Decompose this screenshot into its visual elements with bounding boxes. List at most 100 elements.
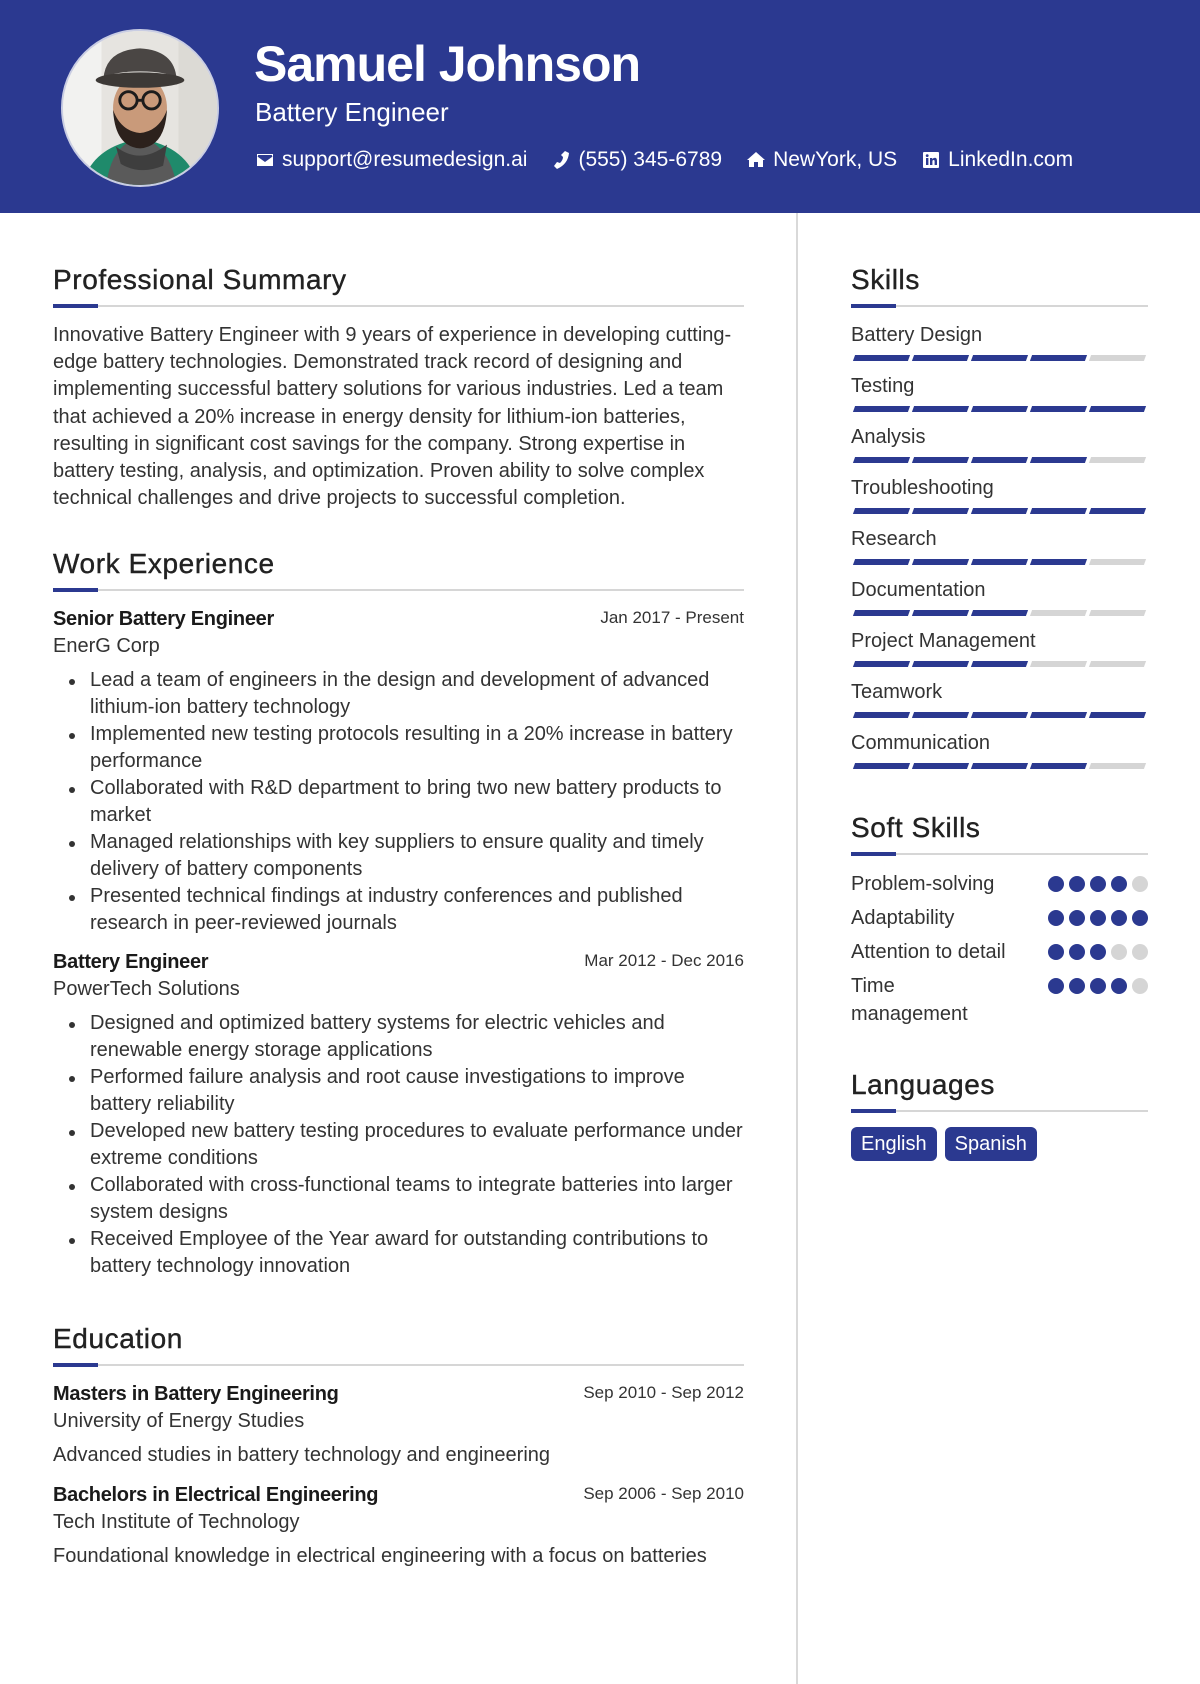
job-bullets: Designed and optimized battery systems f… bbox=[53, 1010, 744, 1280]
skill-level-bar bbox=[852, 712, 1148, 720]
bullet-item: Designed and optimized battery systems f… bbox=[53, 1010, 744, 1064]
skill-level-bar bbox=[852, 355, 1148, 363]
bullet-item: Lead a team of engineers in the design a… bbox=[53, 667, 744, 721]
rating-dot bbox=[1090, 978, 1106, 994]
section-rule bbox=[53, 588, 744, 593]
skill-level-segment bbox=[970, 763, 1029, 769]
skill-name: Communication bbox=[851, 732, 990, 754]
candidate-name: Samuel Johnson bbox=[254, 36, 641, 92]
education-header: Masters in Battery Engineering Sep 2010 -… bbox=[53, 1381, 744, 1408]
language-tags: English Spanish bbox=[851, 1127, 1148, 1161]
soft-skill-item: Time management bbox=[851, 972, 1148, 1028]
contact-location-text: NewYork, US bbox=[773, 148, 898, 171]
job-title: Senior Battery Engineer bbox=[53, 608, 274, 631]
home-icon bbox=[746, 150, 766, 170]
skill-level-segment bbox=[1029, 610, 1088, 616]
contact-email[interactable]: support@resumedesign.ai bbox=[255, 146, 527, 174]
skill-level-segment bbox=[1029, 763, 1088, 769]
language-tag: English bbox=[851, 1127, 937, 1161]
contact-email-text: support@resumedesign.ai bbox=[282, 148, 528, 171]
skill-name: Documentation bbox=[851, 579, 986, 601]
job-entry: Battery Engineer Mar 2012 - Dec 2016 Power… bbox=[53, 949, 744, 1280]
skill-level-segment bbox=[1029, 508, 1088, 514]
envelope-icon bbox=[255, 150, 275, 170]
skill-level-segment bbox=[970, 559, 1029, 565]
section-rule bbox=[851, 852, 1148, 856]
rating-dot bbox=[1132, 910, 1148, 926]
job-list: Senior Battery Engineer Jan 2017 - Presen… bbox=[53, 606, 744, 1280]
skill-list: Battery Design Testing Analysis Troubleshoo… bbox=[851, 322, 1148, 771]
soft-skill-name: Problem-solving bbox=[851, 873, 995, 895]
section-heading: Professional Summary bbox=[53, 264, 347, 295]
job-entry: Senior Battery Engineer Jan 2017 - Presen… bbox=[53, 606, 744, 937]
skill-level-segment bbox=[852, 661, 911, 667]
skill-level-bar bbox=[852, 559, 1148, 567]
skill-level-bar bbox=[852, 457, 1148, 465]
rating-dot bbox=[1111, 978, 1127, 994]
company-name: PowerTech Solutions bbox=[53, 978, 240, 1001]
contact-location: NewYork, US bbox=[746, 146, 897, 174]
job-title: Battery Engineer bbox=[53, 951, 209, 974]
education-description: Foundational knowledge in electrical eng… bbox=[53, 1544, 707, 1567]
contact-linkedin[interactable]: LinkedIn.com bbox=[921, 146, 1073, 174]
skill-level-segment bbox=[1088, 712, 1147, 718]
job-header: Battery Engineer Mar 2012 - Dec 2016 bbox=[53, 949, 744, 976]
rating-dot bbox=[1048, 944, 1064, 960]
skill-level-segment bbox=[1029, 355, 1088, 361]
soft-skill-name: Adaptability bbox=[851, 907, 955, 929]
section-heading: Languages bbox=[851, 1069, 995, 1100]
skill-level-segment bbox=[970, 610, 1029, 616]
soft-skill-item: Adaptability bbox=[851, 904, 1148, 932]
section-heading: Skills bbox=[851, 264, 920, 295]
rating-dot bbox=[1069, 944, 1085, 960]
skill-level-segment bbox=[852, 457, 911, 463]
column-divider bbox=[796, 213, 798, 1684]
experience-section: Work Experience Senior Battery Engineer J… bbox=[53, 547, 744, 1280]
skill-level-segment bbox=[911, 661, 970, 667]
skill-level-segment bbox=[1088, 559, 1147, 565]
skill-name: Troubleshooting bbox=[851, 477, 994, 499]
skill-level-segment bbox=[852, 559, 911, 565]
bullet-item: Performed failure analysis and root caus… bbox=[53, 1064, 744, 1118]
skill-item: Battery Design bbox=[851, 322, 1148, 363]
skill-level-segment bbox=[852, 610, 911, 616]
skill-level-segment bbox=[1088, 355, 1147, 361]
rating-dot bbox=[1048, 978, 1064, 994]
skill-level-segment bbox=[1088, 406, 1147, 412]
skill-name: Project Management bbox=[851, 630, 1036, 652]
soft-skill-rating bbox=[1048, 944, 1148, 960]
skill-level-segment bbox=[911, 406, 970, 412]
soft-skill-rating bbox=[1048, 910, 1148, 926]
skill-level-bar bbox=[852, 508, 1148, 516]
bullet-item: Managed relationships with key suppliers… bbox=[53, 829, 744, 883]
job-dates: Jan 2017 - Present bbox=[600, 608, 744, 628]
skill-level-segment bbox=[1088, 661, 1147, 667]
education-description: Advanced studies in battery technology a… bbox=[53, 1444, 551, 1467]
skill-name: Battery Design bbox=[851, 324, 983, 346]
skill-level-bar bbox=[852, 406, 1148, 414]
skill-level-segment bbox=[1029, 457, 1088, 463]
skill-level-segment bbox=[1029, 661, 1088, 667]
skill-name: Teamwork bbox=[851, 681, 943, 703]
candidate-title: Battery Engineer bbox=[255, 97, 449, 127]
contact-phone[interactable]: (555) 345-6789 bbox=[551, 146, 722, 174]
education-entry: Masters in Battery Engineering Sep 2010 -… bbox=[53, 1381, 744, 1469]
skills-section: Skills Battery Design Testing Analysis Trou… bbox=[851, 263, 1148, 771]
skill-level-segment bbox=[852, 712, 911, 718]
skill-level-segment bbox=[1029, 559, 1088, 565]
bullet-item: Received Employee of the Year award for … bbox=[53, 1226, 744, 1280]
skill-item: Analysis bbox=[851, 424, 1148, 465]
linkedin-icon bbox=[921, 150, 941, 170]
bullet-item: Implemented new testing protocols result… bbox=[53, 721, 744, 775]
skill-level-segment bbox=[911, 712, 970, 718]
summary-section: Professional Summary Innovative Battery … bbox=[53, 263, 744, 512]
rating-dot bbox=[1069, 876, 1085, 892]
bullet-item: Collaborated with R&D department to brin… bbox=[53, 775, 744, 829]
skill-level-segment bbox=[911, 610, 970, 616]
soft-skill-item: Problem-solving bbox=[851, 870, 1148, 898]
skill-level-segment bbox=[970, 508, 1029, 514]
skill-name: Analysis bbox=[851, 426, 926, 448]
soft-skills-section: Soft Skills Problem-solving Adaptability A… bbox=[851, 811, 1148, 1028]
education-dates: Sep 2006 - Sep 2010 bbox=[583, 1483, 744, 1503]
language-tag: Spanish bbox=[944, 1127, 1037, 1161]
